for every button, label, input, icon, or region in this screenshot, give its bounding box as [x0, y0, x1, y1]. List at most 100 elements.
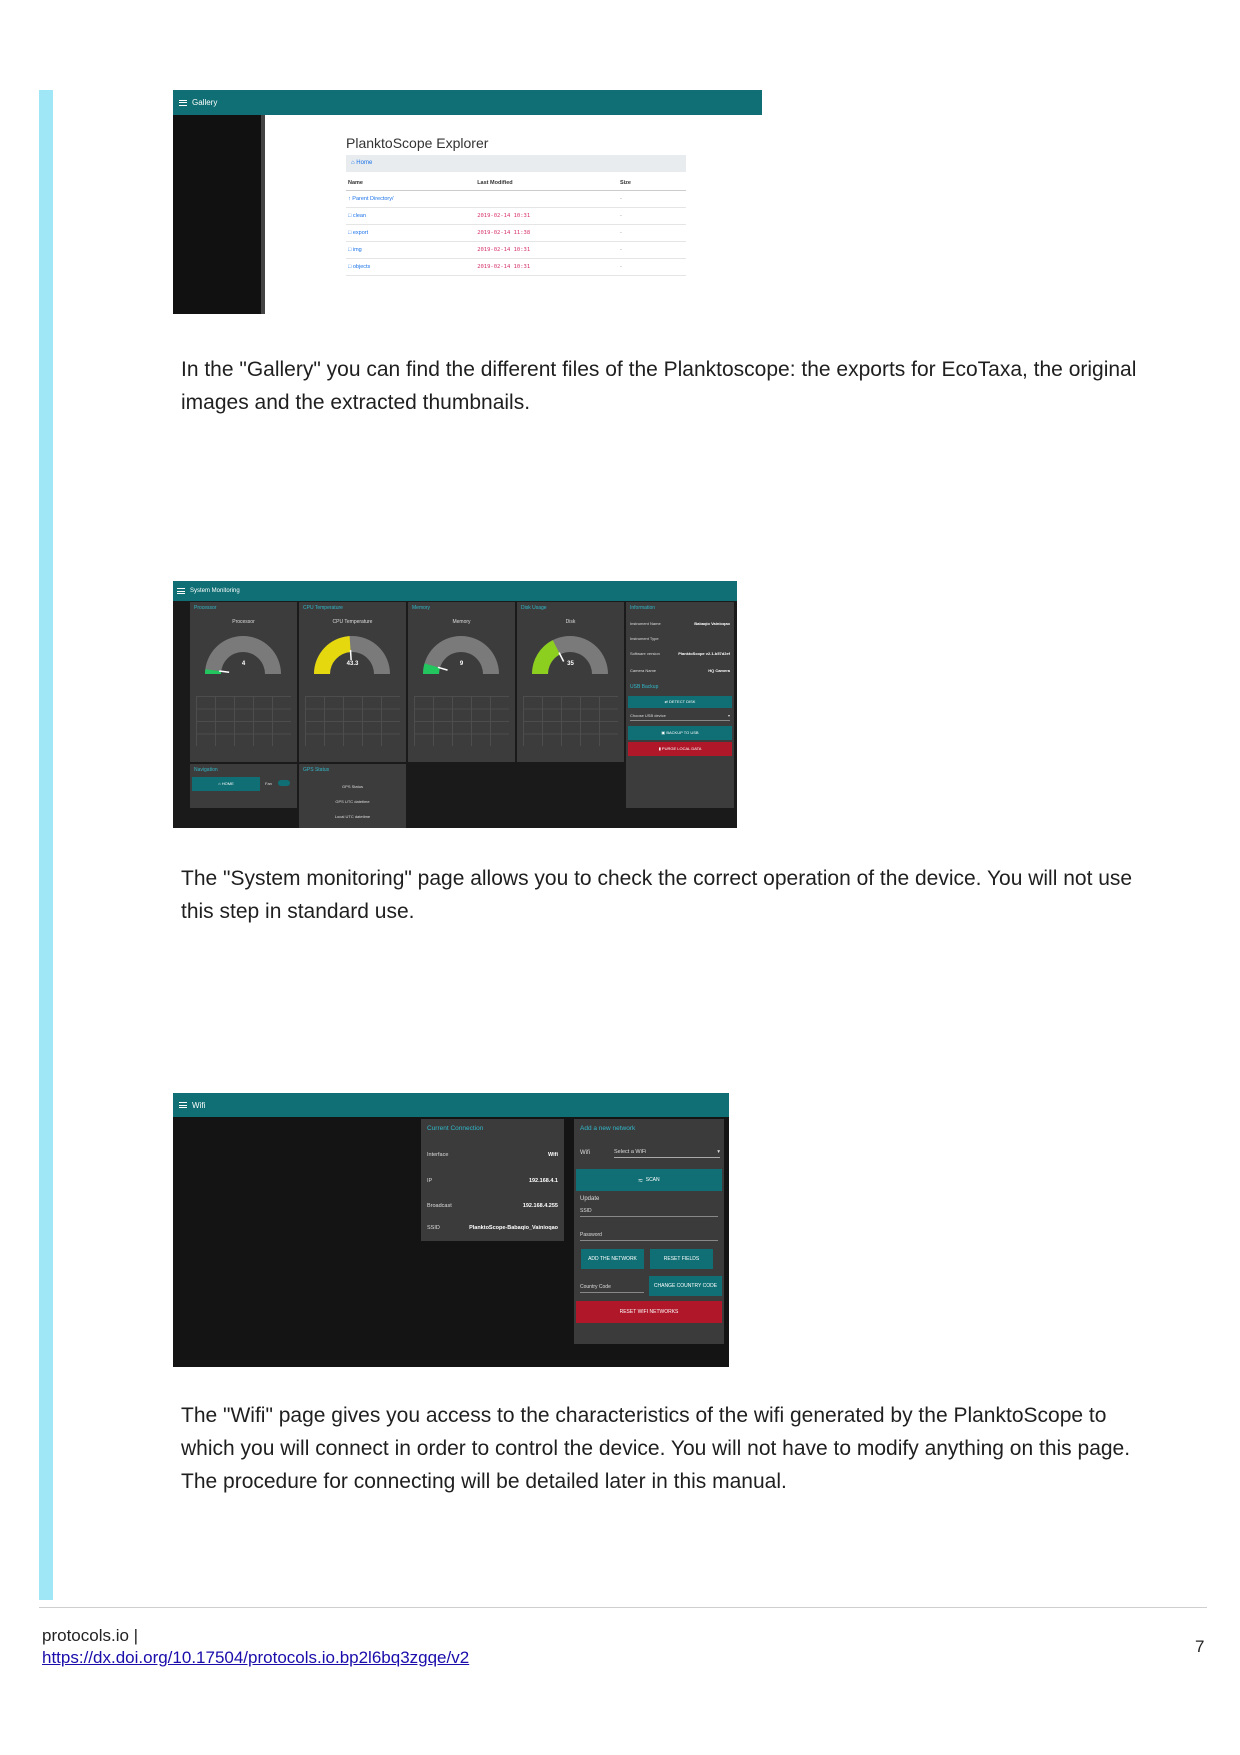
info-key: Instrument Type: [630, 636, 659, 641]
reset-fields-label: RESET FIELDS: [663, 1256, 700, 1262]
file-size: -: [617, 241, 686, 259]
memory-chart: [414, 696, 509, 746]
connection-key: Interface: [427, 1152, 449, 1158]
gauge-value: 9: [459, 661, 464, 667]
gallery-description: In the "Gallery" you can find the differ…: [181, 358, 1137, 414]
menu-icon[interactable]: [179, 99, 187, 106]
file-name-text[interactable]: clean: [353, 213, 366, 219]
info-key: Camera Name: [630, 668, 657, 673]
processor-gauge: [205, 636, 281, 674]
dropdown-arrow-icon: ▾: [717, 1149, 720, 1155]
scan-button[interactable]: ≈ SCAN: [576, 1169, 722, 1191]
wifi-label: Wifi: [580, 1150, 590, 1156]
processor-chart: [196, 696, 291, 746]
col-size[interactable]: Size: [617, 176, 686, 191]
file-modified: 2019-02-14 10:31: [475, 241, 618, 259]
connection-row: Interface Wifi: [427, 1152, 558, 1158]
file-name-text[interactable]: img: [353, 247, 362, 253]
file-table: Name Last Modified Size ↑ Parent Directo…: [346, 176, 686, 276]
connection-row: SSID PlanktoScope-Babaqio_Vainioqao: [427, 1225, 558, 1231]
table-row[interactable]: □ img 2019-02-14 10:31 -: [346, 241, 686, 259]
col-modified[interactable]: Last Modified: [475, 176, 618, 191]
usb-backup-title: USB Backup: [630, 684, 659, 690]
file-name-text[interactable]: objects: [353, 264, 370, 270]
gauge-fill: [314, 636, 351, 674]
home-label: HOME: [221, 781, 234, 786]
file-modified: 2019-02-14 10:31: [475, 207, 618, 225]
wifi-select-placeholder: Select a WiFi: [614, 1149, 647, 1155]
connection-value: 192.168.4.1: [528, 1178, 558, 1184]
gps-item: GPS UTC datetime: [335, 799, 370, 804]
file-name[interactable]: □ clean: [346, 207, 476, 225]
disk-panel: Disk Usage Disk 35: [517, 602, 624, 762]
purge-label: PURGE LOCAL DATA: [661, 746, 702, 751]
panel-title: GPS Status: [303, 767, 330, 773]
sysmon-appbar: System Monitoring: [173, 581, 737, 601]
panel-title: Processor: [194, 605, 217, 611]
purge-data-button[interactable]: ▮ PURGE LOCAL DATA: [628, 742, 732, 756]
table-row[interactable]: ↑ Parent Directory/ -: [346, 190, 686, 208]
memory-panel: Memory Memory 9: [408, 602, 515, 762]
menu-icon[interactable]: [177, 588, 185, 594]
file-size: -: [617, 190, 686, 208]
gps-item: GPS Status: [342, 784, 363, 789]
detect-disk-label: DETECT DISK: [669, 699, 696, 704]
reset-wifi-button[interactable]: RESET WIFI NETWORKS: [576, 1301, 722, 1323]
col-name[interactable]: Name: [346, 176, 476, 191]
country-code-input[interactable]: [580, 1292, 644, 1293]
file-name[interactable]: □ export: [346, 224, 476, 242]
connection-key: Broadcast: [427, 1203, 452, 1209]
connection-key: SSID: [427, 1225, 440, 1231]
file-modified: 2019-02-14 11:38: [475, 224, 618, 242]
connection-row: Broadcast 192.168.4.255: [427, 1203, 558, 1209]
table-row[interactable]: □ clean 2019-02-14 10:31 -: [346, 207, 686, 225]
explorer-title: PlanktoScope Explorer: [346, 135, 489, 151]
detect-disk-button[interactable]: ⇄ DETECT DISK: [628, 696, 732, 708]
connection-key: IP: [427, 1178, 433, 1184]
parent-dir-icon: ↑: [348, 196, 351, 202]
cpu-temp-gauge: [314, 636, 390, 674]
add-network-button[interactable]: ADD THE NETWORK: [581, 1249, 644, 1269]
connection-row: IP 192.168.4.1: [427, 1178, 558, 1184]
file-name[interactable]: □ img: [346, 241, 476, 259]
fan-toggle[interactable]: [278, 780, 290, 786]
section-title: Current Connection: [427, 1125, 484, 1132]
file-name-text[interactable]: Parent Directory/: [352, 196, 393, 202]
breadcrumb-home[interactable]: Home: [356, 160, 372, 166]
home-button[interactable]: ⌂ HOME: [192, 777, 260, 791]
doi-link[interactable]: https://dx.doi.org/10.17504/protocols.io…: [42, 1648, 469, 1667]
fan-label: Fan: [265, 781, 272, 786]
home-icon: ⌂: [218, 781, 221, 786]
backup-usb-button[interactable]: ▣ BACKUP TO USB: [628, 726, 732, 740]
ssid-input[interactable]: [580, 1216, 718, 1217]
info-value: Babaqio Vainioqao: [694, 621, 730, 626]
wifi-select[interactable]: Select a WiFi ▾: [614, 1149, 720, 1158]
file-name[interactable]: ↑ Parent Directory/: [346, 190, 476, 208]
gps-panel: GPS Status GPS Status GPS UTC datetime L…: [299, 764, 406, 828]
add-network-label: ADD THE NETWORK: [588, 1256, 637, 1262]
file-size: -: [617, 224, 686, 242]
info-key: Instrument Name: [630, 621, 661, 626]
file-name-text[interactable]: export: [353, 230, 368, 236]
file-name[interactable]: □ objects: [346, 258, 476, 276]
table-row[interactable]: □ objects 2019-02-14 10:31 -: [346, 258, 686, 276]
menu-icon[interactable]: [179, 1102, 187, 1108]
panel-title: Memory: [412, 605, 431, 611]
update-label: Update: [580, 1196, 600, 1202]
system-monitoring-screenshot: System Monitoring Processor Processor 4 …: [173, 581, 737, 828]
processor-panel: Processor Processor 4: [190, 602, 297, 762]
change-country-button[interactable]: CHANGE COUNTRY CODE: [649, 1276, 722, 1296]
info-row: Instrument Type: [630, 636, 730, 641]
home-icon: ⌂: [351, 160, 355, 166]
wifi-screenshot: Wifi Current Connection Interface Wifi IP…: [173, 1093, 729, 1367]
table-row[interactable]: □ export 2019-02-14 11:38 -: [346, 224, 686, 242]
reset-fields-button[interactable]: RESET FIELDS: [650, 1249, 713, 1269]
footer: protocols.io | https://dx.doi.org/10.175…: [42, 1625, 469, 1669]
sysmon-bar-title: System Monitoring: [190, 588, 240, 594]
password-input[interactable]: [580, 1240, 718, 1241]
usb-device-select[interactable]: Choose USB device ▾: [630, 713, 730, 721]
cpu-temp-panel: CPU Temperature CPU Temperature 43.3: [299, 602, 406, 762]
panel-title: Navigation: [194, 767, 218, 773]
file-modified: 2019-02-14 10:31: [475, 258, 618, 276]
file-size: -: [617, 258, 686, 276]
